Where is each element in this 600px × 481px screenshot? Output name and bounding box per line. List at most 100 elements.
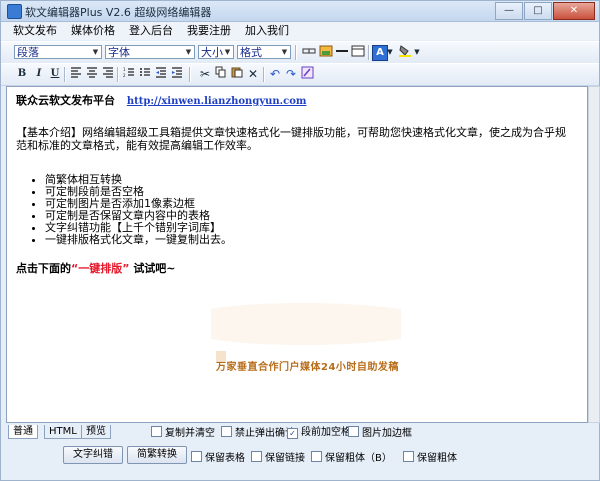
editor-scrollbar[interactable] [588,86,600,423]
option-label: 复制并清空 [165,428,215,439]
checkbox[interactable] [221,426,232,437]
font-select-value: 字体 [108,46,130,59]
size-select[interactable]: 大小 ▼ [198,45,234,59]
chevron-down-icon: ▼ [224,48,231,56]
checkbox[interactable] [348,426,359,437]
status-bar [1,466,599,480]
trad-simp-button[interactable]: 简繁转换 [127,446,187,464]
toolbar-divider [189,67,191,82]
app-window: 软文编辑器Plus V2.6 超级网络编辑器 — □ ✕ 软文发布 媒体价格 登… [0,0,600,481]
undo-icon[interactable]: ↶ [267,66,283,82]
watermark-text: 万家垂直合作门户媒体24小时自助发稿 [216,362,399,373]
option-keep-bold[interactable]: 保留粗体 [403,451,457,465]
font-select[interactable]: 字体 ▼ [105,45,195,59]
watermark-image: 万家垂直合作门户媒体24小时自助发稿 [196,299,416,399]
editor-content: 联众云软文发布平台 http://xinwen.lianzhongyun.com… [16,94,582,373]
option-no-confirm[interactable]: 禁止弹出确认 [221,426,295,440]
underline-button[interactable]: U [47,66,63,82]
clear-format-icon[interactable] [299,66,315,82]
close-button[interactable]: ✕ [553,2,595,20]
paste-icon[interactable] [229,66,245,82]
numbered-list-icon[interactable]: 12 [121,66,137,82]
option-indent-paragraph[interactable]: ✓ 段前加空格 [287,426,351,439]
options-row-1: 复制并清空 禁止弹出确认 ✓ 段前加空格 图片加边框 [151,426,591,442]
checkbox[interactable] [191,451,202,462]
horizontal-rule-icon[interactable] [334,44,350,60]
tab-normal[interactable]: 普通 [8,425,38,439]
option-label: 禁止弹出确认 [235,428,295,439]
cta-suffix: 试试吧~ [133,262,176,275]
chevron-down-icon: ▼ [92,48,99,56]
feature-list: 简繁体相互转换 可定制段前是否空格 可定制图片是否添加1像素边框 可定制是否保留… [32,174,232,246]
option-label: 保留粗体（B） [325,453,392,464]
option-label: 保留表格 [205,453,245,464]
image-icon[interactable] [318,44,334,60]
table-icon[interactable] [350,44,366,60]
heading-text: 联众云软文发布平台 [16,94,115,107]
cut-icon[interactable]: ✂ [197,66,213,82]
paragraph-select[interactable]: 段落 ▼ [14,45,102,59]
align-center-icon[interactable] [84,66,100,82]
checkbox[interactable] [151,426,162,437]
checkbox[interactable] [403,451,414,462]
heading-link[interactable]: http://xinwen.lianzhongyun.com [127,96,307,107]
tab-html[interactable]: HTML [44,425,82,439]
outdent-icon[interactable] [153,66,169,82]
menu-media-price[interactable]: 媒体价格 [64,22,122,40]
option-keep-link[interactable]: 保留链接 [251,451,305,465]
checkbox-checked[interactable]: ✓ [287,428,298,439]
tab-preview[interactable]: 预览 [81,425,111,439]
format-select[interactable]: 格式 ▼ [237,45,291,59]
italic-button[interactable]: I [31,66,47,82]
option-keep-table[interactable]: 保留表格 [191,451,245,465]
toolbar-divider [263,67,265,82]
bold-button[interactable]: B [14,66,30,82]
toolbar-divider [117,67,119,82]
text-correct-button[interactable]: 文字纠错 [63,446,123,464]
cta-highlight: “一键排版” [71,262,130,275]
menu-publish[interactable]: 软文发布 [1,22,64,40]
copy-icon[interactable] [213,66,229,82]
watermark-graphic [211,303,401,361]
edit-toolbar: B I U 12 ✂ ✕ ↶ ↷ [1,63,599,86]
list-item: 一键排版格式化文章，一键复制出去。 [45,234,232,246]
chevron-down-icon[interactable]: ▼ [386,44,394,60]
format-toolbar: 段落 ▼ 字体 ▼ 大小 ▼ 格式 ▼ A ▼ ▼ [1,41,599,64]
menu-join-us[interactable]: 加入我们 [238,22,296,40]
chevron-down-icon[interactable]: ▼ [413,44,421,60]
align-right-icon[interactable] [100,66,116,82]
option-image-border[interactable]: 图片加边框 [348,426,412,440]
toolbar-divider [295,45,297,60]
checkbox[interactable] [251,451,262,462]
app-logo-icon [7,4,22,19]
toolbar-divider [368,45,370,60]
bullet-list-icon[interactable] [137,66,153,82]
option-keep-bold-b[interactable]: 保留粗体（B） [311,451,392,465]
options-row-2: 保留表格 保留链接 保留粗体（B） 保留粗体 [191,451,481,467]
title-bar[interactable]: 软文编辑器Plus V2.6 超级网络编辑器 — □ ✕ [1,1,599,22]
chevron-down-icon: ▼ [185,48,192,56]
highlight-color-icon[interactable] [397,44,413,60]
paragraph-select-value: 段落 [17,46,39,59]
size-select-value: 大小 [201,46,223,59]
option-label: 保留粗体 [417,453,457,464]
article-heading: 联众云软文发布平台 http://xinwen.lianzhongyun.com [16,94,582,108]
option-label: 段前加空格 [301,427,351,438]
chevron-down-icon: ▼ [281,48,288,56]
maximize-button[interactable]: □ [524,2,552,20]
menu-login[interactable]: 登入后台 [122,22,180,40]
window-title: 软文编辑器Plus V2.6 超级网络编辑器 [25,6,212,19]
menu-register[interactable]: 我要注册 [180,22,238,40]
svg-text:2: 2 [123,73,126,78]
redo-icon[interactable]: ↷ [283,66,299,82]
cta-prefix: 点击下面的 [16,262,71,275]
option-copy-clear[interactable]: 复制并清空 [151,426,215,440]
editor-area[interactable]: 联众云软文发布平台 http://xinwen.lianzhongyun.com… [6,86,588,423]
indent-icon[interactable] [169,66,185,82]
menu-bar: 软文发布 媒体价格 登入后台 我要注册 加入我们 [1,22,599,40]
link-icon[interactable] [301,44,317,60]
minimize-button[interactable]: — [495,2,523,20]
align-left-icon[interactable] [68,66,84,82]
delete-icon[interactable]: ✕ [245,66,261,82]
checkbox[interactable] [311,451,322,462]
